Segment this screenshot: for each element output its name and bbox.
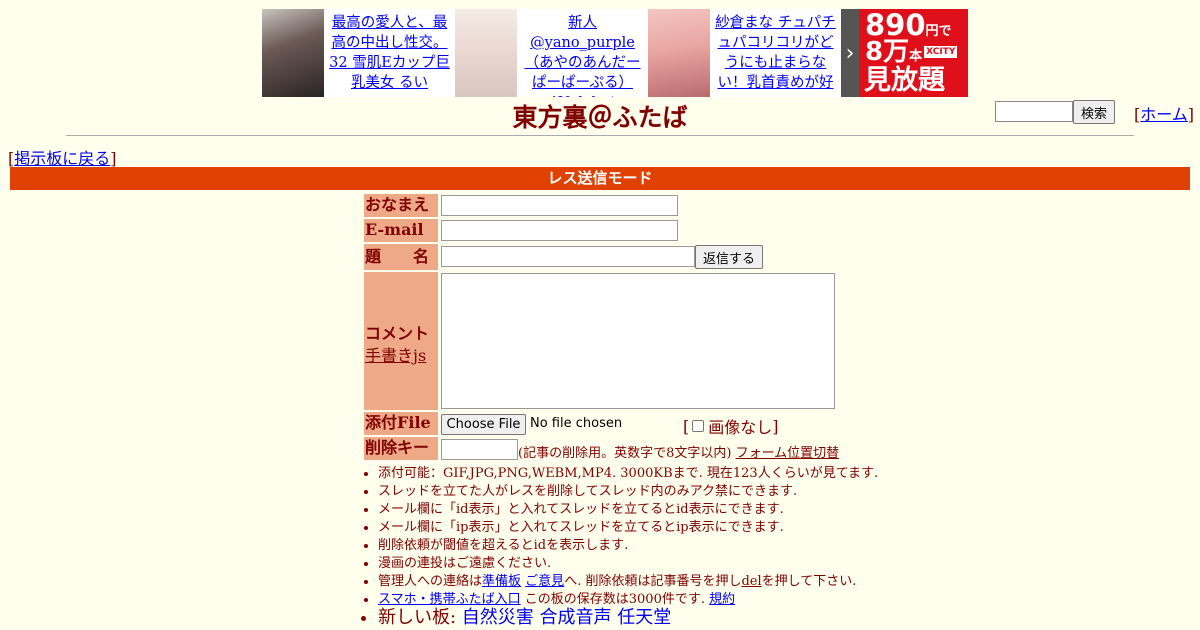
name-label: おなまえ: [364, 194, 438, 217]
search-input[interactable]: [995, 101, 1073, 122]
submit-reply-button[interactable]: 返信する: [695, 245, 763, 269]
list-item: メール欄に「id表示」と入れてスレッドを立てるとid表示にできます.: [378, 501, 878, 519]
rules-link[interactable]: 規約: [709, 592, 735, 607]
divider: [66, 135, 1134, 136]
contact-text: 管理人への連絡は: [378, 574, 483, 589]
del-link[interactable]: del: [741, 574, 761, 589]
feedback-link[interactable]: ご意見: [525, 574, 564, 589]
chevron-right-icon[interactable]: ›: [841, 9, 859, 97]
banner-brand: XCITY: [924, 46, 958, 58]
banner-price-unit: 円で: [925, 24, 952, 39]
subject-input[interactable]: [441, 246, 695, 267]
no-image-label: 画像なし: [708, 418, 773, 437]
comment-label-cell: コメント 手書きjs: [364, 272, 438, 410]
list-item: 添付可能：GIF,JPG,PNG,WEBM,MP4. 3000KBまで. 現在1…: [378, 465, 878, 483]
banner-tagline: 見放題: [864, 65, 945, 96]
ad-banner-image[interactable]: 890円で 8万本 XCITY 見放題: [859, 9, 968, 97]
delete-key-hint: (記事の削除用。英数字で8文字以内): [518, 446, 732, 461]
mobile-entrance-link[interactable]: スマホ・携帯ふたば入口: [378, 592, 521, 607]
comment-label: コメント: [365, 324, 430, 343]
list-item: メール欄に「ip表示」と入れてスレッドを立てるとip表示にできます.: [378, 519, 878, 537]
contact-text: へ. 削除依頼は記事番号を押し: [564, 574, 742, 589]
ad-link[interactable]: 紗倉まな チュパチュパコリコリがどうにも止まらない！乳首責めが好: [715, 15, 836, 91]
email-label: E-mail: [364, 219, 438, 242]
file-label: 添付File: [364, 412, 438, 435]
home-link[interactable]: ホーム: [1140, 105, 1188, 124]
comment-textarea[interactable]: [441, 273, 835, 409]
file-status: No file chosen: [530, 416, 623, 431]
email-input[interactable]: [441, 220, 678, 241]
search-button[interactable]: 検索: [1073, 100, 1115, 124]
new-boards-label: 新しい板:: [378, 607, 462, 628]
handwriting-link[interactable]: 手書きjs: [365, 342, 426, 366]
ad-thumbnail[interactable]: [455, 9, 517, 97]
form-position-toggle-link[interactable]: フォーム位置切替: [736, 446, 840, 461]
ad-item[interactable]: 最高の愛人と、最高の中出し性交。32 雪肌Eカップ巨乳美女 るい: [262, 9, 455, 97]
back-nav: [掲示板に戻る]: [8, 145, 117, 169]
list-item: 管理人への連絡は準備板 ご意見へ. 削除依頼は記事番号を押しdelを押して下さい…: [378, 573, 878, 591]
board-link[interactable]: 自然災害: [462, 607, 534, 628]
list-item: 削除依頼が閾値を超えるとidを表示します.: [378, 537, 878, 555]
name-input[interactable]: [441, 195, 678, 216]
delete-key-label: 削除キー: [364, 437, 438, 460]
no-image-option: [ 画像なし ]: [683, 414, 779, 438]
home-nav: [ホーム]: [1134, 101, 1194, 125]
delete-key-input[interactable]: [441, 439, 518, 460]
ad-link[interactable]: 新人 @yano_purple（あやのあんだーぱーぱーぷる） AV debut: [525, 15, 641, 97]
banner-count: 8万: [865, 37, 910, 67]
search-form: 検索: [995, 100, 1115, 124]
bracket: ]: [1187, 105, 1195, 124]
board-link[interactable]: 任天堂: [617, 607, 671, 628]
prep-board-link[interactable]: 準備板: [482, 574, 521, 589]
ad-thumbnail[interactable]: [262, 9, 324, 97]
banner-count-unit: 本: [909, 49, 923, 64]
list-item: 漫画の連投はご遠慮ください.: [378, 555, 878, 573]
back-to-board-link[interactable]: 掲示板に戻る: [14, 149, 110, 168]
retention-text: この板の保存数は3000件です.: [520, 592, 710, 607]
board-rules-list: 添付可能：GIF,JPG,PNG,WEBM,MP4. 3000KBまで. 現在1…: [364, 465, 878, 627]
bracket: ]: [772, 416, 779, 436]
bracket: ]: [110, 149, 117, 168]
choose-file-button[interactable]: Choose File: [441, 414, 526, 435]
delete-key-note: (記事の削除用。英数字で8文字以内) フォーム位置切替: [518, 442, 839, 461]
subject-label: 題 名: [364, 244, 438, 270]
ad-thumbnail[interactable]: [648, 9, 710, 97]
ad-item[interactable]: 紗倉まな チュパチュパコリコリがどうにも止まらない！乳首責めが好: [648, 9, 841, 97]
bracket: [: [683, 416, 690, 436]
contact-text: を押して下さい.: [761, 574, 857, 589]
ad-link[interactable]: 最高の愛人と、最高の中出し性交。32 雪肌Eカップ巨乳美女 るい: [329, 15, 450, 91]
ad-item[interactable]: 新人 @yano_purple（あやのあんだーぱーぱーぷる） AV debut: [455, 9, 648, 97]
board-link[interactable]: 合成音声: [540, 607, 612, 628]
list-item: 新しい板: 自然災害 合成音声 任天堂: [378, 609, 878, 627]
reply-mode-bar: レス送信モード: [10, 167, 1190, 190]
no-image-checkbox[interactable]: [692, 420, 705, 432]
ad-banner-row: 最高の愛人と、最高の中出し性交。32 雪肌Eカップ巨乳美女 るい 新人 @yan…: [262, 9, 968, 97]
list-item: スレッドを立てた人がレスを削除してスレッド内のみアク禁にできます.: [378, 483, 878, 501]
